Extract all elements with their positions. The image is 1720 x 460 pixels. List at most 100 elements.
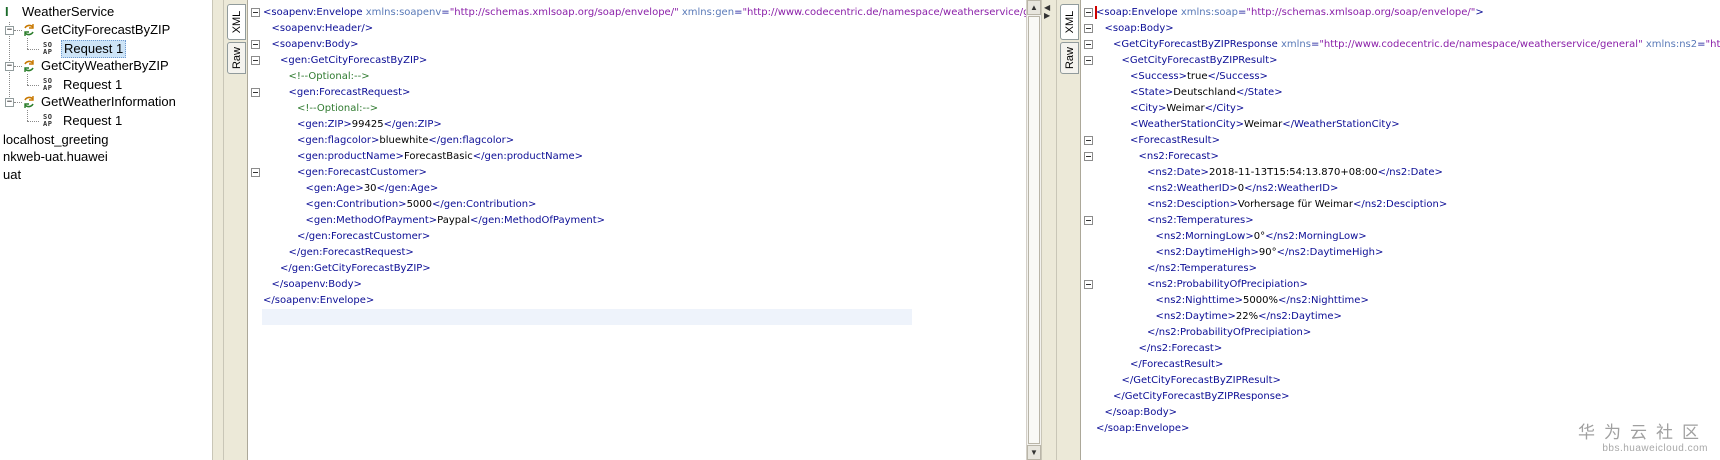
xml-line[interactable]: <ns2:Date>2018-11-13T15:54:13.870+08:00<…	[1147, 165, 1443, 181]
xml-line[interactable]: </gen:GetCityForecastByZIP>	[280, 261, 431, 277]
tab-raw[interactable]: Raw	[227, 42, 246, 74]
xml-line[interactable]: </soapenv:Body>	[272, 277, 362, 293]
xml-line[interactable]: <soapenv:Envelope xmlns:soapenv="http://…	[263, 5, 1026, 21]
xml-line[interactable]: <WeatherStationCity>Weimar</WeatherStati…	[1130, 117, 1400, 133]
xml-line[interactable]: <gen:GetCityForecastByZIP>	[280, 53, 427, 69]
fold-toggle-icon[interactable]	[1084, 280, 1093, 289]
tab-xml[interactable]: XML	[227, 4, 246, 40]
tree-node-project[interactable]: uat	[1, 166, 23, 184]
xml-token: </soapenv:Body>	[271, 279, 362, 290]
xml-line[interactable]: </soap:Envelope>	[1096, 421, 1189, 437]
xml-line[interactable]: <gen:MethodOfPayment>Paypal</gen:MethodO…	[306, 213, 606, 229]
xml-line[interactable]: </ns2:Temperatures>	[1147, 261, 1257, 277]
xml-line[interactable]: <ns2:MorningLow>0°</ns2:MorningLow>	[1156, 229, 1367, 245]
fold-toggle-icon[interactable]	[1084, 152, 1093, 161]
expand-toggle[interactable]: −	[5, 62, 14, 71]
scroll-thumb[interactable]	[1028, 16, 1040, 444]
scroll-down-arrow-icon[interactable]: ▼	[1027, 445, 1041, 460]
xml-line[interactable]: <gen:flagcolor>bluewhite</gen:flagcolor>	[297, 133, 514, 149]
xml-line[interactable]: </ns2:ProbabilityOfPrecipiation>	[1147, 325, 1311, 341]
expand-toggle[interactable]: −	[5, 26, 14, 35]
xml-line[interactable]: <soap:Body>	[1105, 21, 1174, 37]
xml-line[interactable]: <!--Optional:-->	[289, 69, 370, 85]
xml-line[interactable]: </soapenv:Envelope>	[263, 293, 374, 309]
tab-raw[interactable]: Raw	[1060, 42, 1079, 74]
fold-toggle-icon[interactable]	[1084, 40, 1093, 49]
xml-token: <!--Optional:-->	[297, 103, 379, 114]
response-xml-editor[interactable]: <soap:Envelope xmlns:soap = "http://schema…	[1081, 0, 1720, 460]
xml-token: </gen:ForecastRequest>	[288, 247, 414, 258]
request-xml-editor[interactable]: <soapenv:Envelope xmlns:soapenv="http://…	[248, 0, 1026, 460]
xml-line[interactable]: <ns2:Forecast>	[1139, 149, 1219, 165]
xml-line[interactable]: <ns2:Nighttime>5000%</ns2:Nighttime>	[1156, 293, 1369, 309]
xml-line[interactable]: <soapenv:Header/>	[272, 21, 374, 37]
xml-line[interactable]: </gen:ForecastRequest>	[289, 245, 414, 261]
tree-node-operation[interactable]: GetCityWeatherByZIP	[22, 57, 171, 75]
tree-node-operation[interactable]: GetWeatherInformation	[22, 93, 178, 111]
xml-line[interactable]: </gen:ForecastCustomer>	[297, 229, 430, 245]
xml-line[interactable]: <ForecastResult>	[1130, 133, 1220, 149]
xml-line[interactable]: <ns2:Temperatures>	[1147, 213, 1254, 229]
xml-line[interactable]: <gen:ForecastRequest>	[289, 85, 411, 101]
fold-toggle-icon[interactable]	[1084, 8, 1093, 17]
expand-toggle[interactable]: −	[5, 98, 14, 107]
fold-toggle-icon[interactable]	[251, 168, 260, 177]
project-navigator[interactable]: I WeatherService − GetCityForecastByZIP …	[0, 0, 212, 460]
xml-line[interactable]: </GetCityForecastByZIPResponse>	[1113, 389, 1290, 405]
xml-line[interactable]: <State>Deutschland</State>	[1130, 85, 1283, 101]
xml-line[interactable]: <ns2:Desciption>Vorhersage für Weimar</n…	[1147, 197, 1447, 213]
xml-token: =	[1697, 39, 1706, 50]
xml-line[interactable]: <Success>true</Success>	[1130, 69, 1268, 85]
fold-toggle-icon[interactable]	[1084, 216, 1093, 225]
tree-node-operation[interactable]: GetCityForecastByZIP	[22, 21, 172, 39]
navigator-splitter[interactable]	[212, 0, 224, 460]
xml-line[interactable]: <gen:productName>ForecastBasic</gen:prod…	[297, 149, 583, 165]
request-response-splitter[interactable]: ◀ ▶	[1041, 0, 1057, 460]
xml-token: </Success>	[1207, 71, 1268, 82]
xml-line[interactable]: <ns2:WeatherID>0</ns2:WeatherID>	[1147, 181, 1338, 197]
xml-line[interactable]: <GetCityForecastByZIPResponse xmlns="htt…	[1113, 37, 1720, 53]
tree-node-request[interactable]: SO AP Request 1	[40, 76, 124, 94]
xml-token: <ns2:Temperatures>	[1147, 215, 1254, 226]
fold-toggle-icon[interactable]	[1084, 136, 1093, 145]
fold-toggle-icon[interactable]	[1084, 24, 1093, 33]
tree-line	[27, 49, 39, 50]
xml-line[interactable]: <gen:ZIP>99425</gen:ZIP>	[297, 117, 442, 133]
xml-line[interactable]: <gen:ForecastCustomer>	[297, 165, 427, 181]
xml-line[interactable]: <soap:Envelope xmlns:soap="http://schema…	[1096, 5, 1484, 21]
fold-toggle-icon[interactable]	[251, 8, 260, 17]
xml-line[interactable]: <City>Weimar</City>	[1130, 101, 1244, 117]
xml-line[interactable]: </ForecastResult>	[1130, 357, 1223, 373]
tree-node-request[interactable]: SO AP Request 1	[40, 112, 124, 130]
fold-toggle-icon[interactable]	[1084, 56, 1093, 65]
tree-node-project[interactable]: nkweb-uat.huawei	[1, 148, 110, 166]
soap-request-icon: SO AP	[43, 41, 53, 56]
xml-token: <soap:Envelope	[1096, 7, 1181, 18]
scroll-up-arrow-icon[interactable]: ▲	[1027, 0, 1041, 15]
xml-line[interactable]: </soap:Body>	[1105, 405, 1178, 421]
tree-line	[14, 102, 22, 103]
tree-node-project[interactable]: localhost_greeting	[1, 131, 111, 149]
xml-token: 90°	[1258, 247, 1277, 258]
xml-token: <ns2:Nighttime>	[1155, 295, 1244, 306]
xml-line[interactable]: <GetCityForecastByZIPResult>	[1122, 53, 1278, 69]
xml-line[interactable]: </ns2:Forecast>	[1139, 341, 1223, 357]
xml-token: </gen:Contribution>	[432, 199, 537, 210]
xml-line[interactable]: <ns2:DaytimeHigh>90°</ns2:DaytimeHigh>	[1156, 245, 1384, 261]
xml-line[interactable]: <!--Optional:-->	[297, 101, 378, 117]
xml-token: "http://schemas.xmlsoap.org/soap/envelop…	[1246, 7, 1476, 18]
fold-toggle-icon[interactable]	[251, 88, 260, 97]
tree-node-request[interactable]: SO AP Request 1	[40, 40, 127, 58]
request-scrollbar[interactable]: ▲ ▼	[1026, 0, 1041, 460]
fold-toggle-icon[interactable]	[251, 56, 260, 65]
xml-line[interactable]: <gen:Age>30</gen:Age>	[306, 181, 439, 197]
xml-line[interactable]: </GetCityForecastByZIPResult>	[1122, 373, 1281, 389]
xml-line[interactable]: <gen:Contribution>5000</gen:Contribution…	[306, 197, 537, 213]
collapse-arrows-icon[interactable]: ◀ ▶	[1044, 4, 1050, 20]
fold-toggle-icon[interactable]	[251, 40, 260, 49]
xml-line[interactable]: <ns2:ProbabilityOfPrecipiation>	[1147, 277, 1308, 293]
xml-line[interactable]: <soapenv:Body>	[272, 37, 359, 53]
xml-line[interactable]: <ns2:Daytime>22%</ns2:Daytime>	[1156, 309, 1342, 325]
tree-node-service[interactable]: I WeatherService	[0, 3, 116, 21]
tab-xml[interactable]: XML	[1060, 4, 1079, 40]
